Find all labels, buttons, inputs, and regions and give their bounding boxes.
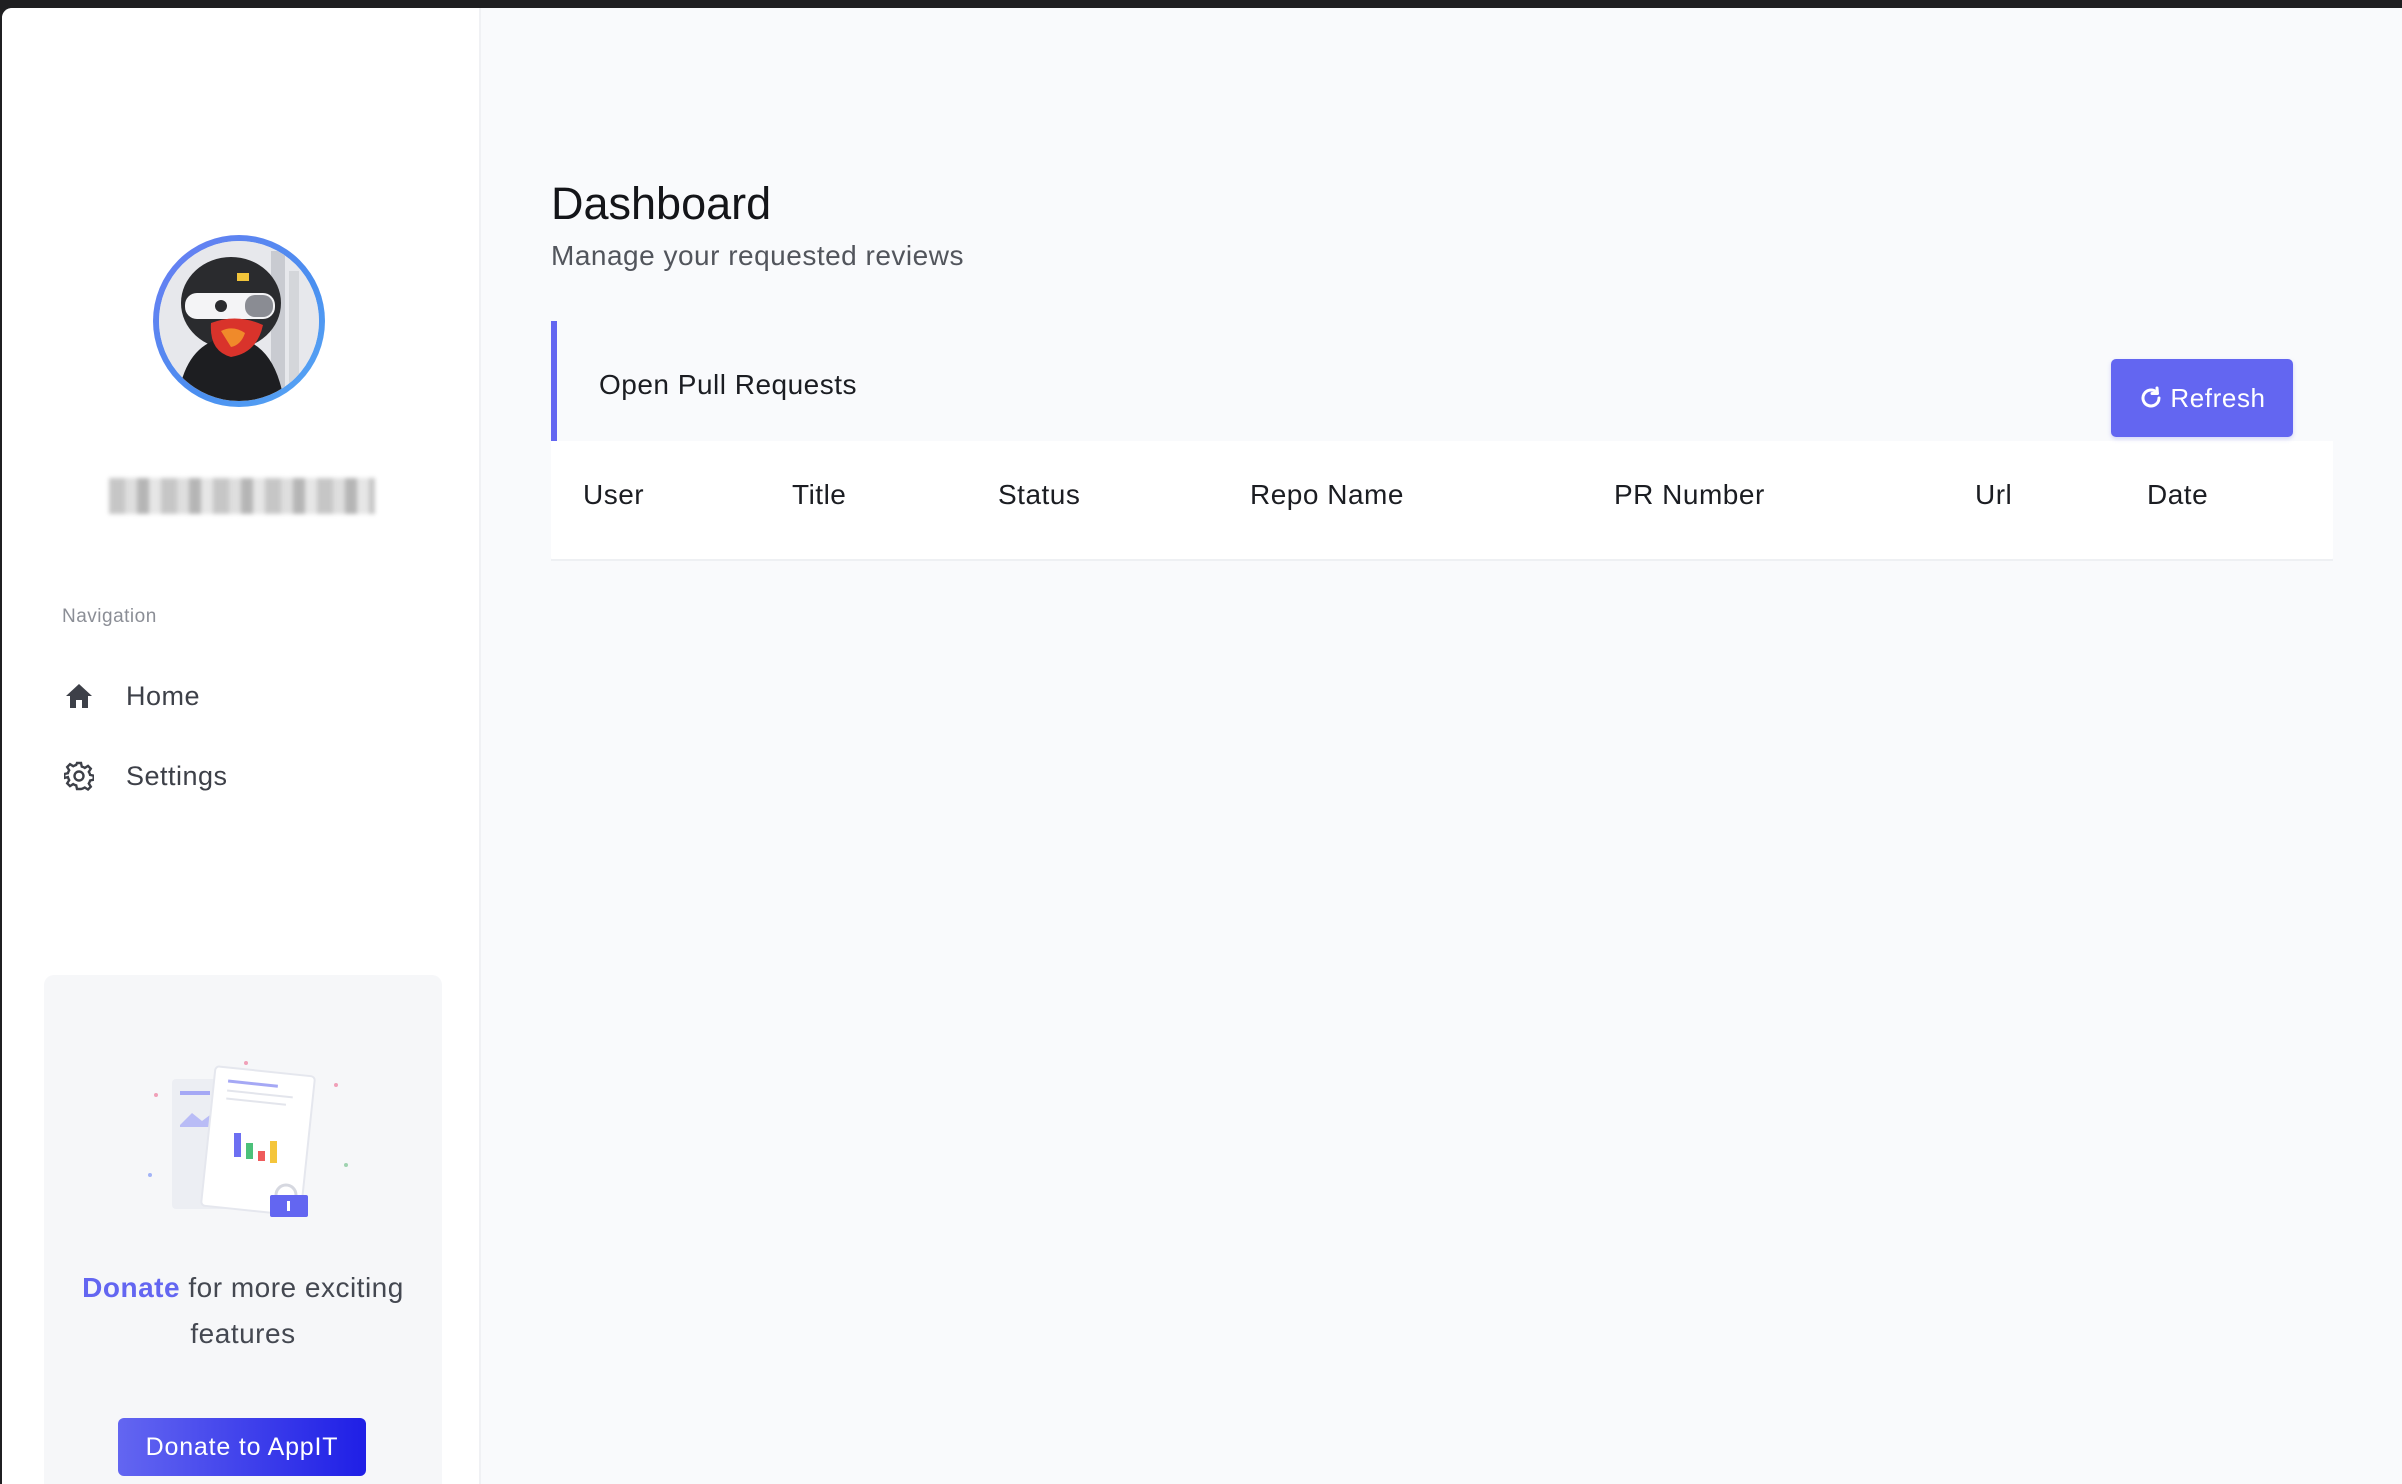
column-header-url[interactable]: Url: [1975, 479, 2012, 511]
avatar-ring: [153, 235, 325, 407]
page-subtitle: Manage your requested reviews: [551, 240, 964, 271]
panel-title: Open Pull Requests: [599, 369, 858, 400]
donate-text: for more exciting features: [188, 1272, 404, 1349]
open-pull-requests-panel: Open Pull Requests Refresh User Title St…: [551, 321, 2333, 561]
app-window: Navigation Home Settings Donate for more…: [2, 8, 2402, 1484]
donate-highlight[interactable]: Donate: [82, 1272, 180, 1303]
donate-illustration: [148, 1061, 348, 1217]
column-header-repo-name[interactable]: Repo Name: [1250, 479, 1404, 511]
sidebar: Navigation Home Settings Donate for more…: [2, 8, 481, 1484]
column-header-date[interactable]: Date: [2147, 479, 2208, 511]
sidebar-item-label: Settings: [126, 760, 228, 791]
column-header-pr-number[interactable]: PR Number: [1614, 479, 1765, 511]
refresh-button[interactable]: Refresh: [2111, 359, 2293, 437]
gear-icon: [62, 759, 96, 793]
column-header-status[interactable]: Status: [998, 479, 1080, 511]
refresh-icon: [2141, 386, 2161, 408]
avatar[interactable]: [159, 241, 319, 401]
nav-section-label: Navigation: [62, 606, 157, 627]
home-icon: [62, 679, 96, 713]
username-redacted: [109, 478, 375, 514]
donate-button[interactable]: Donate to AppIT: [118, 1418, 366, 1476]
avatar-image: [159, 241, 319, 401]
donate-card: Donate for more exciting features Donate…: [44, 975, 442, 1484]
table-header-row: User Title Status Repo Name PR Number Ur…: [551, 441, 2333, 561]
panel-header: Open Pull Requests: [551, 321, 2333, 441]
donate-message: Donate for more exciting features: [44, 1265, 442, 1357]
column-header-title[interactable]: Title: [792, 479, 846, 511]
column-header-user[interactable]: User: [583, 479, 644, 511]
page-title: Dashboard: [551, 178, 772, 229]
main-content: Dashboard Manage your requested reviews …: [481, 8, 2402, 1484]
refresh-label: Refresh: [2170, 382, 2266, 413]
sidebar-item-settings[interactable]: Settings: [62, 750, 442, 802]
sidebar-item-label: Home: [126, 680, 201, 711]
sidebar-item-home[interactable]: Home: [62, 670, 442, 722]
